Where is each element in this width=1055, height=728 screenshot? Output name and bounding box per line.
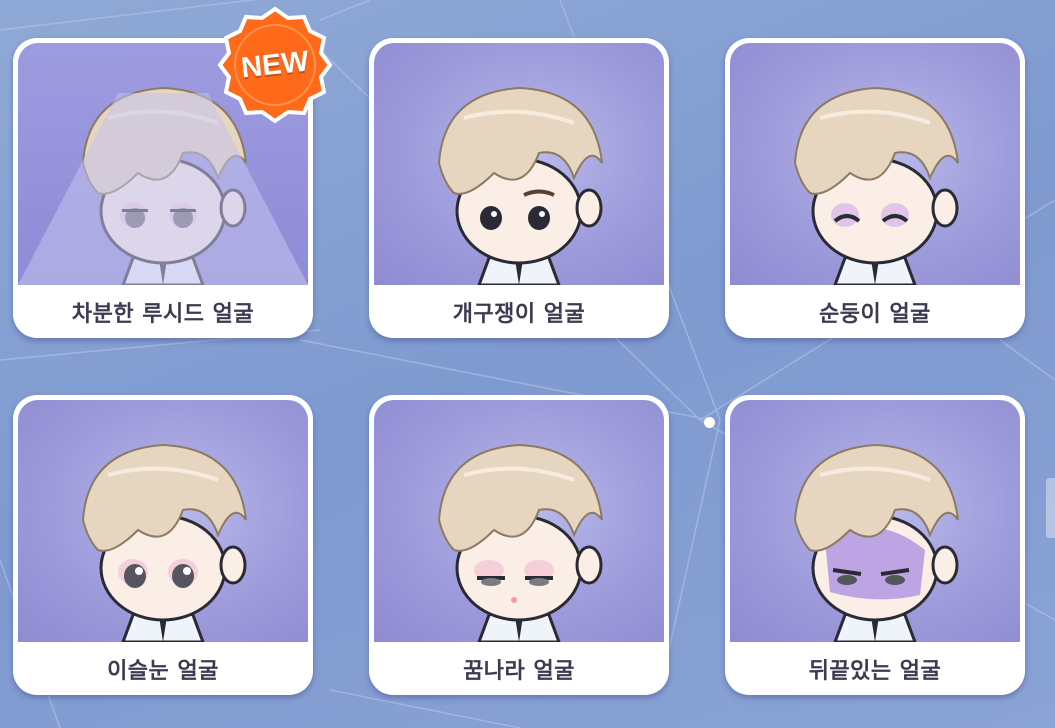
face-card[interactable]: 꿈나라 얼굴 (369, 395, 669, 695)
face-card-label: 꿈나라 얼굴 (463, 658, 575, 684)
face-preview (374, 43, 664, 285)
face-card-label: 차분한 루시드 얼굴 (71, 301, 255, 327)
scroll-handle[interactable] (1046, 478, 1055, 538)
face-card-label: 순둥이 얼굴 (819, 301, 931, 327)
character-portrait-icon (81, 443, 247, 642)
new-badge-text: NEW (239, 45, 311, 84)
decorative-dot (704, 417, 715, 428)
character-portrait-icon (793, 443, 959, 642)
face-card-label: 이슬눈 얼굴 (107, 658, 219, 684)
character-portrait-icon (437, 86, 603, 285)
face-card-label: 개구쟁이 얼굴 (452, 301, 586, 327)
face-card[interactable]: 개구쟁이 얼굴 (369, 38, 669, 338)
character-portrait-icon (793, 86, 959, 285)
face-preview (730, 400, 1020, 642)
face-card[interactable]: 뒤끝있는 얼굴 (725, 395, 1025, 695)
face-preview (730, 43, 1020, 285)
face-preview (374, 400, 664, 642)
face-card[interactable]: 이슬눈 얼굴 (13, 395, 313, 695)
face-card-label: 뒤끝있는 얼굴 (808, 658, 942, 684)
new-badge-icon: NEW (214, 4, 336, 126)
face-preview (18, 400, 308, 642)
character-portrait-icon (437, 443, 603, 642)
face-card[interactable]: 순둥이 얼굴 (725, 38, 1025, 338)
